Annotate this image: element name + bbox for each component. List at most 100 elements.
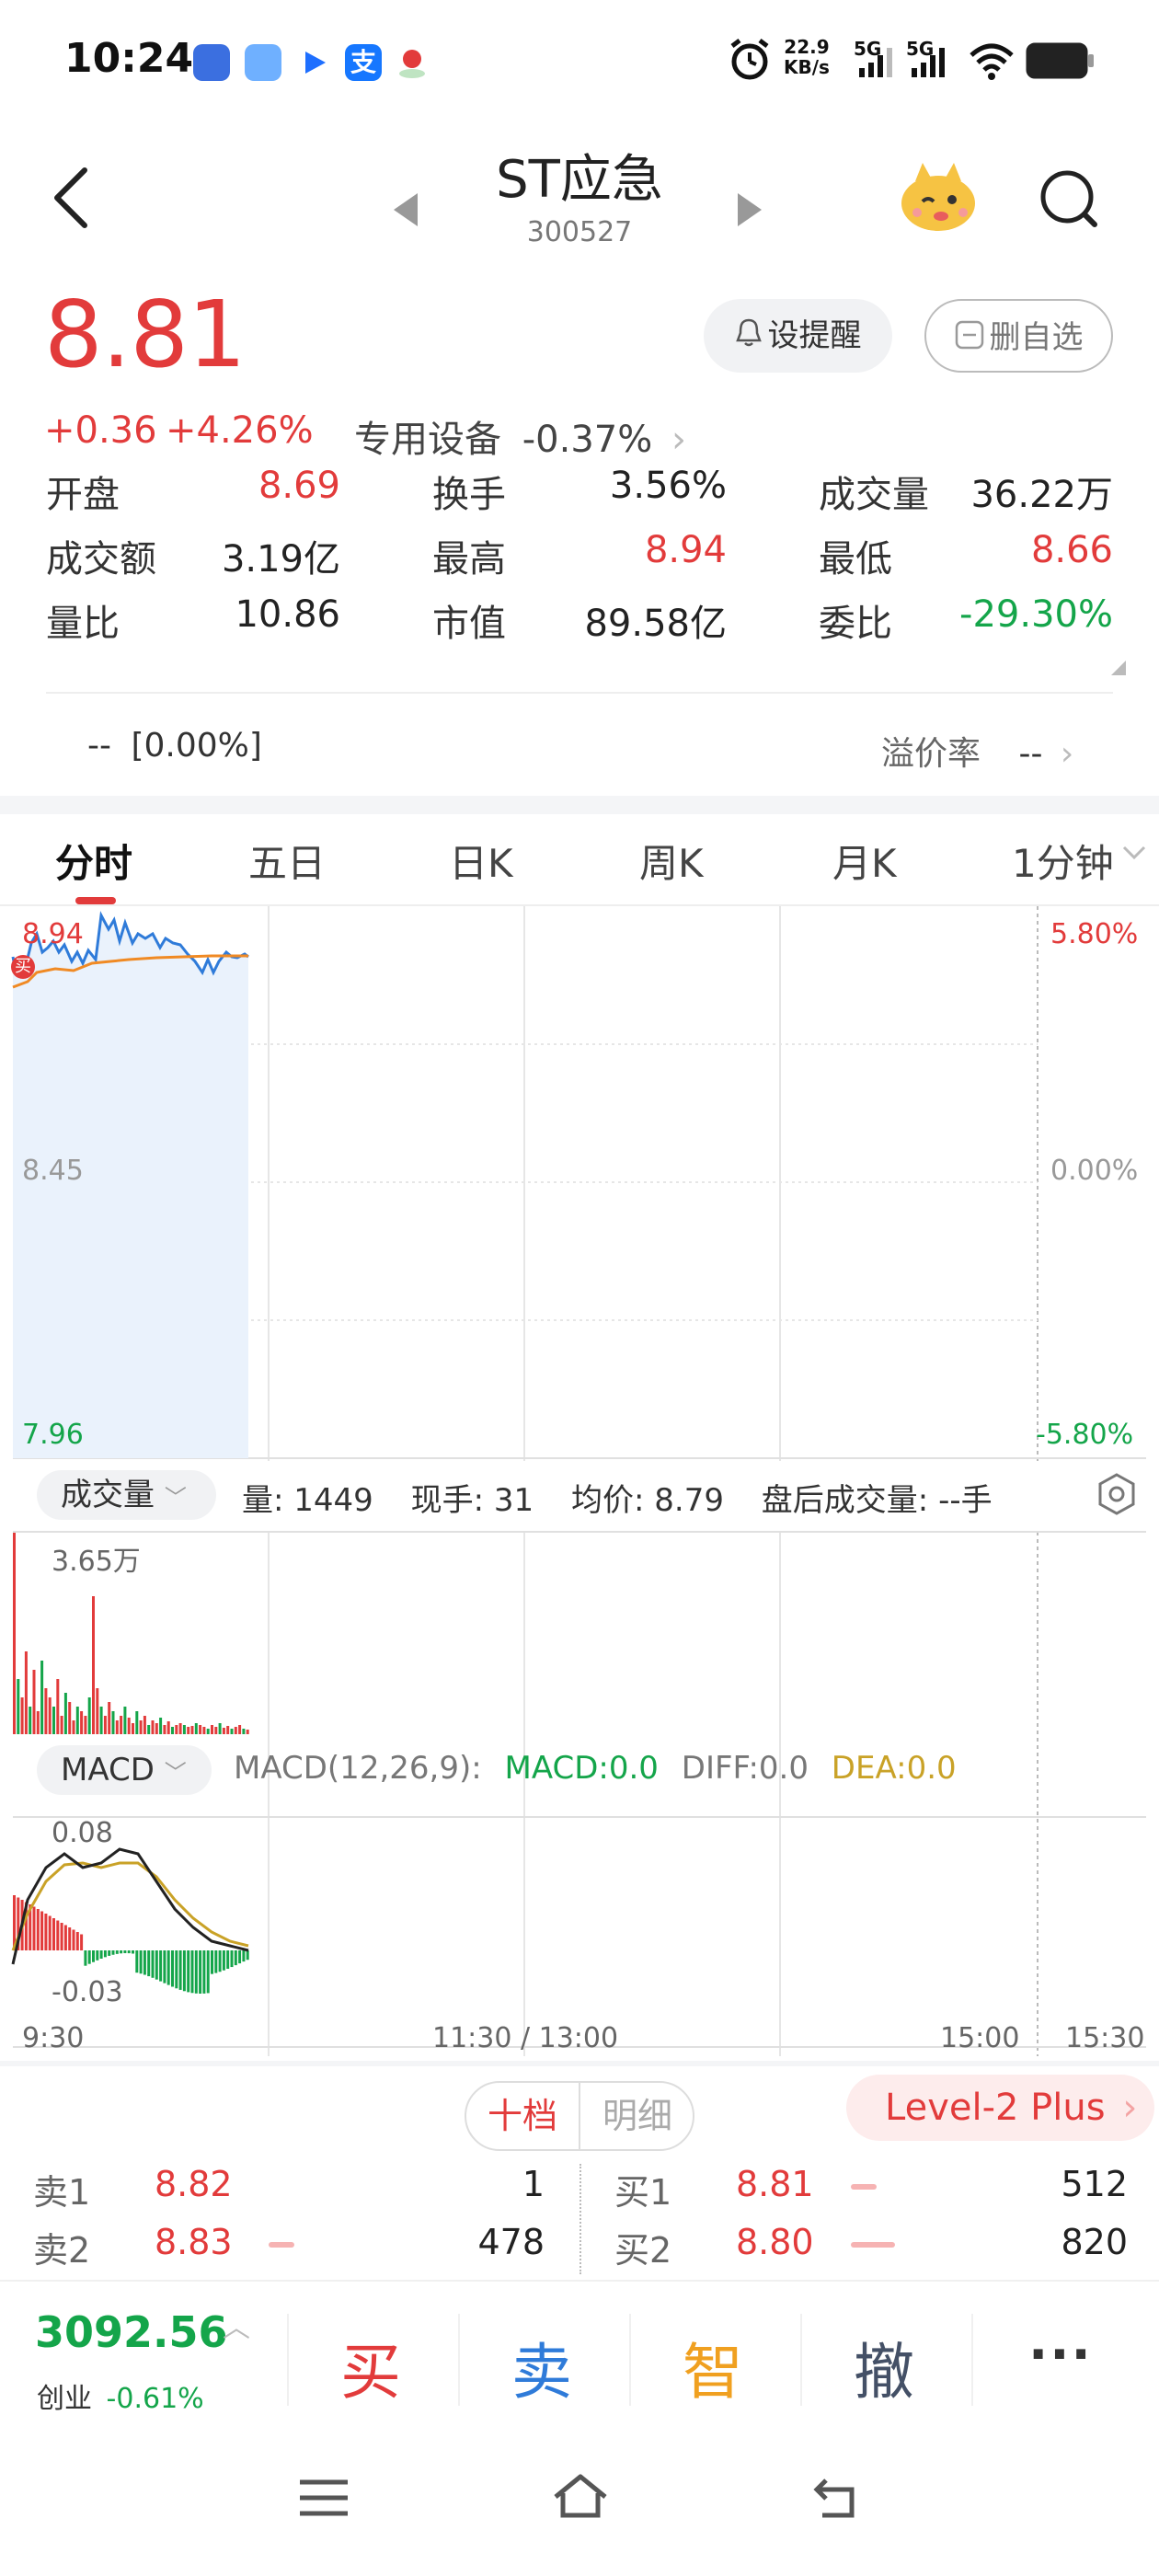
stat-label: 市值 [432, 603, 506, 645]
stat-label: 最低 [819, 538, 892, 581]
macd-values: MACD(12,26,9): MACD:0.0 DIFF:0.0 DEA:0.0 [234, 1750, 957, 1787]
chart-tab[interactable]: 月K [832, 833, 897, 889]
volume-bar [36, 1711, 40, 1734]
macd-histogram-bar [187, 1950, 190, 1993]
time-close: 15:00 [940, 2022, 1020, 2054]
volume-selector-label: 成交量 [61, 1477, 155, 1513]
macd-histogram-bar [72, 1929, 75, 1950]
bell-icon [735, 301, 763, 374]
volume-bar [151, 1720, 155, 1734]
remove-watchlist-button[interactable]: 删自选 [924, 299, 1113, 373]
macd-histogram-bar [194, 1950, 198, 1994]
chevron-up-icon[interactable]: ︿ [223, 2305, 250, 2345]
volume-bar [87, 1697, 91, 1734]
chart-tab[interactable]: 日K [449, 833, 513, 889]
section-gap [0, 796, 1159, 814]
stat-label: 最高 [432, 538, 506, 581]
macd-histogram-bar [80, 1934, 84, 1950]
chart-tab[interactable]: 周K [639, 833, 704, 889]
divider [287, 2314, 289, 2406]
expand-corner-icon[interactable] [1111, 661, 1126, 675]
chart-tab[interactable]: 五日 [248, 833, 326, 889]
macd-histogram-bar [175, 1950, 178, 1989]
search-button[interactable] [1038, 167, 1102, 232]
set-alert-button[interactable]: 设提醒 [704, 299, 892, 373]
volume-bar [143, 1716, 146, 1734]
menu-icon[interactable] [296, 2475, 351, 2524]
sector-change: -0.37% [522, 419, 653, 461]
divider [629, 2314, 631, 2406]
mascot-icon[interactable] [897, 161, 980, 235]
buy-button[interactable]: 买 [340, 2323, 401, 2411]
macd-histogram-bar [108, 1950, 111, 1956]
macd-top-label: 0.08 [52, 1817, 113, 1849]
section-gap [0, 2061, 1159, 2066]
macd-histogram-bar [123, 1950, 127, 1954]
volume-selector[interactable]: 成交量 ﹀ [37, 1470, 216, 1520]
alarm-icon [727, 37, 773, 86]
system-nav-bar [0, 2438, 1159, 2576]
back-button[interactable] [46, 161, 101, 235]
macd-histogram-bar [218, 1950, 222, 1972]
macd-histogram-bar [120, 1950, 123, 1954]
macd-histogram-bar [147, 1950, 151, 1977]
divider [800, 2314, 802, 2406]
tab-detail[interactable]: 明细 [580, 2083, 694, 2149]
map-app-icon [394, 44, 430, 81]
macd-histogram-bar [127, 1950, 131, 1954]
premium-label: 溢价率 [881, 735, 981, 773]
stat-value: 8.69 [258, 465, 340, 507]
macd-histogram-bar [238, 1950, 242, 1964]
volume-bar [127, 1718, 131, 1734]
next-stock-button[interactable] [738, 193, 762, 226]
premium-rate-link[interactable]: 溢价率 -- › [881, 727, 1073, 775]
volume-bar [135, 1711, 139, 1734]
tab-ten-levels[interactable]: 十档 [466, 2083, 580, 2149]
macd-histogram-bar [103, 1950, 107, 1958]
macd-histogram-bar [87, 1950, 91, 1964]
stat-label: 量比 [46, 603, 120, 645]
volume-bar [80, 1711, 84, 1734]
stat-label: 换手 [432, 474, 506, 516]
stock-header: ST应急 300527 [0, 120, 1159, 285]
volume-bar [226, 1726, 230, 1734]
more-button[interactable]: ··· [1028, 2325, 1093, 2385]
macd-histogram-bar [84, 1950, 87, 1966]
volume-bar [115, 1720, 119, 1734]
diff-value: DIFF:0.0 [681, 1750, 809, 1787]
sector-link[interactable]: 专用设备 -0.37% › [354, 409, 686, 463]
bid-depth-bar [851, 2242, 895, 2248]
index-value[interactable]: 3092.56 [35, 2307, 228, 2357]
index-name-row: 创业 -0.61% [37, 2375, 204, 2416]
divider [458, 2314, 460, 2406]
net-speed-value: 22.9 [784, 36, 830, 58]
back-nav-icon[interactable] [809, 2473, 865, 2526]
home-icon[interactable] [550, 2469, 611, 2528]
volume-bar [171, 1727, 174, 1734]
macd-histogram-bar [132, 1950, 134, 1954]
battery-icon [1026, 42, 1096, 83]
volume-bar [187, 1727, 190, 1734]
chart-tab[interactable]: 分时 [55, 833, 132, 889]
macd-histogram-bar [230, 1950, 234, 1968]
settings-icon[interactable] [1095, 1472, 1139, 1520]
macd-histogram-bar [75, 1932, 79, 1950]
time-mid: 11:30 / 13:00 [432, 2022, 619, 2054]
sell-button[interactable]: 卖 [511, 2323, 572, 2411]
after-hours-value: --手 [938, 1482, 993, 1519]
buy-marker[interactable]: 买 [11, 955, 35, 979]
macd-histogram-bar [159, 1950, 163, 1982]
level2-plus-button[interactable]: Level-2 Plus › [846, 2075, 1154, 2141]
search-icon [1040, 170, 1097, 227]
chevron-down-icon[interactable] [1120, 842, 1148, 868]
bid-qty: 820 [1061, 2222, 1128, 2262]
macd-histogram-bar [190, 1950, 194, 1994]
volume-bar [147, 1725, 151, 1734]
volume-bar [63, 1693, 67, 1734]
chevron-down-icon: ﹀ [164, 1760, 187, 1786]
indicator-selector[interactable]: MACD ﹀ [37, 1745, 212, 1795]
cancel-order-button[interactable]: 撤 [854, 2323, 914, 2411]
chart-tab[interactable]: 1分钟 [1012, 833, 1114, 889]
smart-button[interactable]: 智 [683, 2323, 743, 2411]
alipay-icon: 支 [345, 44, 382, 81]
